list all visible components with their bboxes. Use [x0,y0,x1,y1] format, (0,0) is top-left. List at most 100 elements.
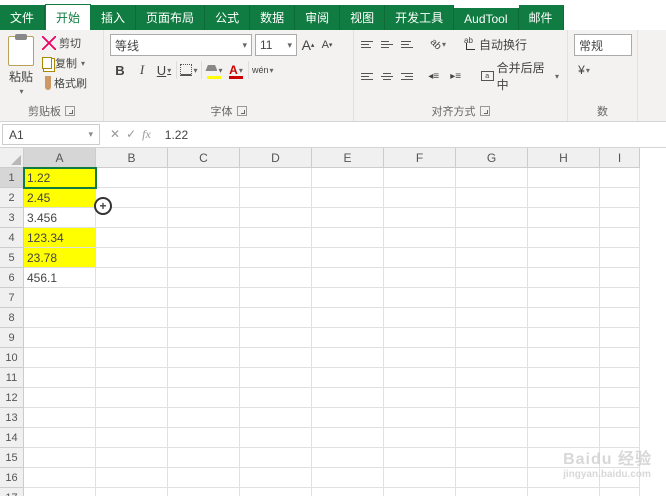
cell-I17[interactable] [600,488,640,496]
decrease-indent-button[interactable]: ◂≡ [424,66,444,86]
cell-F16[interactable] [384,468,456,488]
clipboard-dialog-launcher[interactable] [65,106,75,116]
cell-A5[interactable]: 23.78 [24,248,96,268]
cell-C6[interactable] [168,268,240,288]
merge-center-button[interactable]: a合并后居中▾ [479,58,561,94]
phonetic-button[interactable]: wén▾ [251,60,275,80]
cell-C17[interactable] [168,488,240,496]
row-header-9[interactable]: 9 [0,328,24,348]
cell-B9[interactable] [96,328,168,348]
cell-F6[interactable] [384,268,456,288]
cell-B8[interactable] [96,308,168,328]
cell-I12[interactable] [600,388,640,408]
col-header-F[interactable]: F [384,148,456,168]
tab-mail[interactable]: 邮件 [519,5,564,30]
col-header-D[interactable]: D [240,148,312,168]
cell-G3[interactable] [456,208,528,228]
accept-formula-icon[interactable]: ✓ [126,127,136,142]
cell-D13[interactable] [240,408,312,428]
formula-bar[interactable]: 1.22 [159,128,666,142]
cell-C14[interactable] [168,428,240,448]
cell-C4[interactable] [168,228,240,248]
align-bottom-button[interactable] [400,36,418,52]
cell-H10[interactable] [528,348,600,368]
cell-A10[interactable] [24,348,96,368]
cell-B4[interactable] [96,228,168,248]
cell-D3[interactable] [240,208,312,228]
row-header-11[interactable]: 11 [0,368,24,388]
cell-D4[interactable] [240,228,312,248]
cell-D1[interactable] [240,168,312,188]
col-header-G[interactable]: G [456,148,528,168]
cell-C9[interactable] [168,328,240,348]
cell-C13[interactable] [168,408,240,428]
cell-B7[interactable] [96,288,168,308]
tab-formula[interactable]: 公式 [205,5,250,30]
cell-H4[interactable] [528,228,600,248]
cell-E2[interactable] [312,188,384,208]
cell-G8[interactable] [456,308,528,328]
cell-E3[interactable] [312,208,384,228]
cell-I1[interactable] [600,168,640,188]
row-header-6[interactable]: 6 [0,268,24,288]
cell-F7[interactable] [384,288,456,308]
cell-A17[interactable] [24,488,96,496]
fill-color-button[interactable]: ▾ [204,60,224,80]
cell-G7[interactable] [456,288,528,308]
increase-font-icon[interactable]: A▴ [300,37,316,53]
col-header-E[interactable]: E [312,148,384,168]
bold-button[interactable]: B [110,60,130,80]
cell-F11[interactable] [384,368,456,388]
wrap-text-button[interactable]: 自动换行 [462,35,529,54]
cell-E12[interactable] [312,388,384,408]
decrease-font-icon[interactable]: A▾ [319,37,335,53]
cell-C1[interactable] [168,168,240,188]
cell-E5[interactable] [312,248,384,268]
cell-G1[interactable] [456,168,528,188]
cell-D11[interactable] [240,368,312,388]
row-header-1[interactable]: 1 [0,168,24,188]
cell-C5[interactable] [168,248,240,268]
font-dialog-launcher[interactable] [237,106,247,116]
cell-I5[interactable] [600,248,640,268]
col-header-A[interactable]: A [24,148,96,168]
number-format-combo[interactable]: 常规 [574,34,632,56]
cell-B11[interactable] [96,368,168,388]
cell-H5[interactable] [528,248,600,268]
row-header-12[interactable]: 12 [0,388,24,408]
currency-button[interactable]: ¥▾ [574,60,594,80]
tab-page-layout[interactable]: 页面布局 [136,5,205,30]
cell-F10[interactable] [384,348,456,368]
cell-E15[interactable] [312,448,384,468]
row-header-7[interactable]: 7 [0,288,24,308]
col-header-I[interactable]: I [600,148,640,168]
cell-A4[interactable]: 123.34 [24,228,96,248]
cell-D10[interactable] [240,348,312,368]
cell-A14[interactable] [24,428,96,448]
cell-B13[interactable] [96,408,168,428]
cell-G5[interactable] [456,248,528,268]
cell-A16[interactable] [24,468,96,488]
cell-F14[interactable] [384,428,456,448]
cell-I10[interactable] [600,348,640,368]
cell-E1[interactable] [312,168,384,188]
cell-I7[interactable] [600,288,640,308]
cell-H8[interactable] [528,308,600,328]
cell-D17[interactable] [240,488,312,496]
col-header-B[interactable]: B [96,148,168,168]
cell-F4[interactable] [384,228,456,248]
font-name-combo[interactable]: 等线▾ [110,34,252,56]
select-all-corner[interactable] [0,148,24,168]
cell-C12[interactable] [168,388,240,408]
format-painter-button[interactable]: 格式刷 [40,74,89,92]
cell-G14[interactable] [456,428,528,448]
cell-A1[interactable]: 1.22 [24,168,96,188]
row-header-5[interactable]: 5 [0,248,24,268]
cell-G11[interactable] [456,368,528,388]
tab-review[interactable]: 审阅 [295,5,340,30]
cell-I2[interactable] [600,188,640,208]
cell-D8[interactable] [240,308,312,328]
cell-A7[interactable] [24,288,96,308]
cell-G17[interactable] [456,488,528,496]
cell-E14[interactable] [312,428,384,448]
